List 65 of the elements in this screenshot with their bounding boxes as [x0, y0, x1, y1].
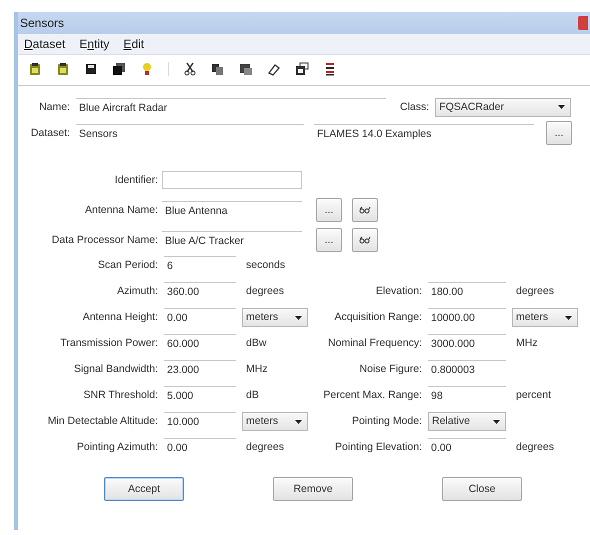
field-label: Data Processor Name:	[50, 234, 158, 246]
field-label: Pointing Mode:	[350, 414, 422, 429]
unit-label: MHz	[245, 362, 269, 377]
dialog-button[interactable]: Close	[442, 477, 522, 501]
field-label: Elevation:	[374, 284, 422, 299]
unit-label: degrees	[245, 440, 285, 455]
number-field[interactable]: 60.000	[164, 334, 236, 353]
browse-button[interactable]: ...	[316, 198, 342, 222]
field-label: Signal Bandwidth:	[72, 362, 158, 377]
menu-item[interactable]: Dataset	[24, 37, 66, 51]
dataset-label: Dataset:	[30, 127, 70, 139]
field-label: Scan Period:	[96, 258, 158, 273]
dialog-button[interactable]: Accept	[104, 477, 184, 501]
class-dropdown[interactable]: FQSACRader	[435, 98, 572, 116]
number-field[interactable]: 10.000	[164, 412, 236, 431]
field-label: Identifier:	[114, 174, 158, 186]
unit-label: MHz	[515, 336, 539, 351]
unit-dropdown[interactable]: meters	[242, 308, 308, 327]
unit-label: dB	[245, 388, 260, 403]
text-field[interactable]: Blue A/C Tracker	[162, 231, 302, 249]
unit-dropdown[interactable]: meters	[512, 308, 578, 327]
source-field[interactable]: FLAMES 14.0 Examples	[314, 124, 534, 142]
name-field[interactable]: Blue Aircraft Radar	[76, 98, 386, 116]
number-field[interactable]: 180.00	[428, 282, 506, 301]
field-label: Pointing Elevation:	[334, 440, 422, 455]
unit-label: seconds	[245, 258, 286, 273]
class-label: Class:	[400, 101, 430, 113]
field-label: Transmission Power:	[59, 336, 158, 351]
browse-button[interactable]: ...	[316, 228, 342, 252]
mode-dropdown[interactable]: Relative	[428, 412, 506, 431]
dialog-button[interactable]: Remove	[273, 477, 353, 501]
number-field[interactable]: 3000.000	[428, 334, 506, 353]
number-field[interactable]: 6	[164, 256, 236, 275]
unit-label: degrees	[515, 440, 555, 455]
number-field[interactable]: 0.00	[164, 438, 236, 457]
field-label: SNR Threshold:	[82, 388, 158, 403]
menu-item[interactable]: Edit	[123, 37, 144, 51]
unit-label: degrees	[515, 284, 555, 299]
window-title: Sensors	[20, 16, 64, 30]
field-label: Antenna Name:	[84, 204, 158, 216]
number-field[interactable]: 5.000	[164, 386, 236, 405]
dataset-field[interactable]: Sensors	[76, 124, 304, 142]
number-field[interactable]: 10000.00	[428, 308, 506, 327]
field-label: Min Detectable Altitude:	[46, 414, 158, 429]
text-field[interactable]: Blue Antenna	[162, 201, 302, 219]
number-field[interactable]: 98	[428, 386, 506, 405]
field-label: Antenna Height:	[82, 310, 158, 325]
number-field[interactable]: 23.000	[164, 360, 236, 379]
number-field[interactable]: 0.800003	[428, 360, 506, 379]
number-field[interactable]: 0.00	[164, 308, 236, 327]
field-label: Noise Figure:	[358, 362, 422, 377]
unit-label: percent	[515, 388, 552, 403]
number-field[interactable]: 0.00	[428, 438, 506, 457]
unit-label: dBw	[245, 336, 268, 351]
field-label: Acquisition Range:	[333, 310, 422, 325]
menu-item[interactable]: Entity	[79, 37, 110, 51]
field-label: Nominal Frequency:	[327, 336, 422, 351]
field-label: Azimuth:	[116, 284, 158, 299]
name-label: Name:	[38, 101, 70, 113]
unit-label: degrees	[245, 284, 285, 299]
field-label: Percent Max. Range:	[322, 388, 422, 403]
field-label: Pointing Azimuth:	[76, 440, 158, 455]
unit-dropdown[interactable]: meters	[242, 412, 308, 431]
browse-button[interactable]: ...	[546, 121, 572, 145]
number-field[interactable]: 360.00	[164, 282, 236, 301]
